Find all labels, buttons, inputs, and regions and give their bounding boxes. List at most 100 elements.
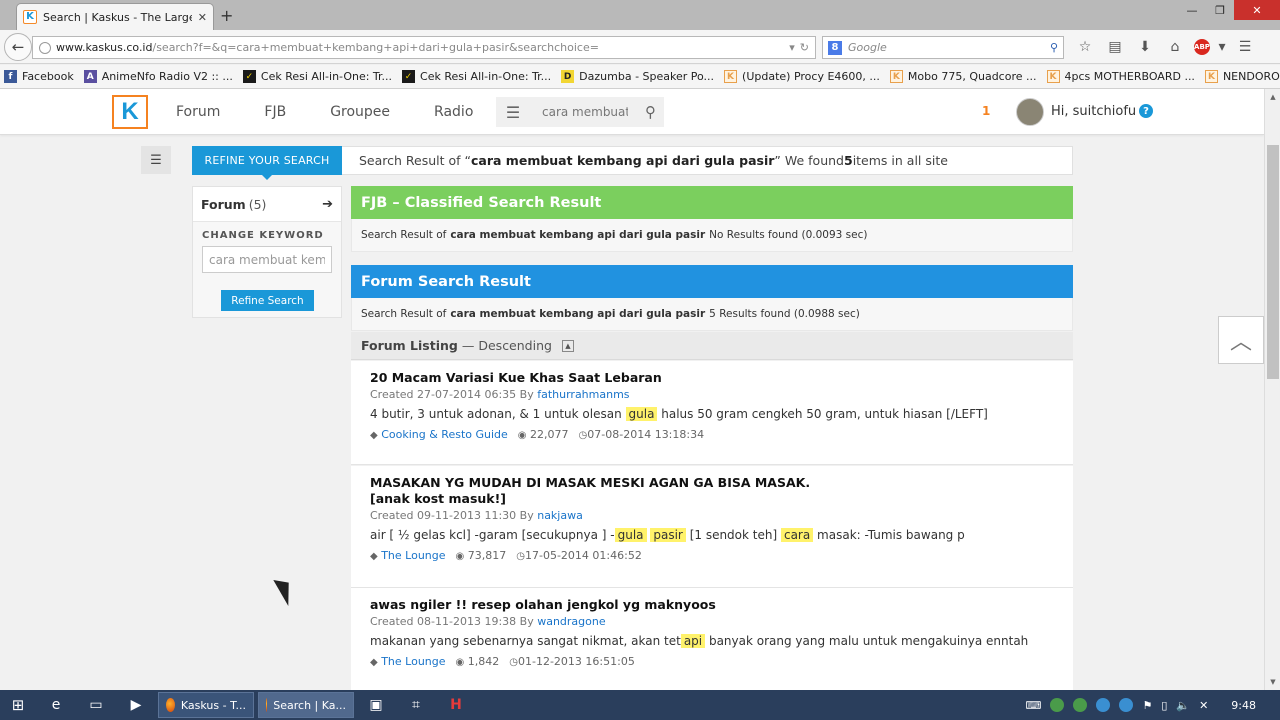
kaskus-logo[interactable]: K: [112, 95, 148, 129]
scroll-thumb[interactable]: [1267, 145, 1279, 379]
adblock-dropdown-icon[interactable]: ▾: [1218, 36, 1226, 58]
reload-icon[interactable]: ↻: [800, 41, 809, 54]
h-app-icon[interactable]: H: [436, 690, 476, 720]
media-player-icon[interactable]: ▶: [116, 690, 156, 720]
window-controls: — ❐ ✕: [1178, 0, 1280, 20]
result-title[interactable]: MASAKAN YG MUDAH DI MASAK MESKI AGAN GA …: [370, 475, 1055, 507]
page-scrollbar[interactable]: ▲ ▼: [1264, 89, 1280, 690]
browser-tab-active[interactable]: K Search | Kaskus - The Large... ✕: [16, 3, 214, 30]
nav-fjb[interactable]: FJB: [264, 104, 286, 120]
tray-app-icon[interactable]: [1119, 698, 1134, 712]
bookmark-item[interactable]: f Facebook: [4, 70, 74, 83]
sidebar-toggle-icon[interactable]: ☰: [141, 146, 171, 174]
bookmark-item[interactable]: K Mobo 775, Quadcore ...: [889, 70, 1037, 83]
bookmark-star-icon[interactable]: ☆: [1074, 36, 1096, 58]
minimize-icon[interactable]: —: [1178, 0, 1206, 20]
tray-app-icon[interactable]: [1096, 698, 1111, 712]
google-icon[interactable]: 8: [828, 40, 842, 55]
result-author[interactable]: wandragone: [537, 615, 605, 628]
download-icon[interactable]: ⬇: [1134, 36, 1156, 58]
url-text[interactable]: www.kaskus.co.id/search?f=&q=cara+membua…: [56, 41, 784, 54]
list-item: 20 Macam Variasi Kue Khas Saat Lebaran C…: [351, 361, 1073, 465]
network-app-icon[interactable]: ⌗: [396, 690, 436, 720]
tab-title: Search | Kaskus - The Large...: [43, 10, 192, 24]
keyboard-icon[interactable]: ⌨: [1026, 699, 1042, 712]
result-title[interactable]: 20 Macam Variasi Kue Khas Saat Lebaran: [370, 370, 1055, 386]
list-item: awas ngiler !! resep olahan jengkol yg m…: [351, 588, 1073, 690]
nav-groupee[interactable]: Groupee: [330, 104, 390, 120]
result-category[interactable]: The Lounge: [381, 549, 445, 562]
file-explorer-icon[interactable]: ▭: [76, 690, 116, 720]
bookmark-item[interactable]: KNENDOROID (MIKU, A...: [1204, 70, 1280, 83]
result-category[interactable]: Cooking & Resto Guide: [381, 428, 508, 441]
network-icon[interactable]: ✕: [1199, 699, 1208, 712]
taskbar-clock[interactable]: 9:48: [1231, 699, 1256, 712]
search-icon[interactable]: ⚲: [645, 103, 656, 121]
taskbar-app-firefox-search[interactable]: Search | Ka...: [258, 692, 354, 718]
scroll-down-icon[interactable]: ▼: [1265, 674, 1280, 690]
result-snippet: makanan yang sebenarnya sangat nikmat, a…: [370, 634, 1029, 648]
back-button[interactable]: ←: [4, 33, 32, 61]
battery-icon[interactable]: ▯: [1161, 699, 1167, 712]
taskbar-app-icon[interactable]: ▣: [356, 690, 396, 720]
scroll-to-top-icon[interactable]: ︿: [1218, 316, 1264, 364]
tray-app-icon[interactable]: [1073, 698, 1088, 712]
user-greeting[interactable]: Hi, suitchiofu: [1051, 104, 1136, 119]
tab-close-icon[interactable]: ✕: [198, 11, 207, 24]
eye-icon: ◉: [517, 430, 527, 441]
keyword-input[interactable]: [202, 246, 332, 273]
flag-icon[interactable]: ⚑: [1142, 699, 1152, 712]
forum-filter[interactable]: Forum (5) ➔: [193, 187, 341, 222]
notification-count[interactable]: 1: [982, 104, 990, 118]
bookmark-item[interactable]: ✓ Cek Resi All-in-One: Tr...: [402, 70, 551, 83]
eye-icon: ◉: [455, 657, 465, 668]
browser-toolbar: ☆ ▤ ⬇ ⌂ ABP ▾ ☰: [1074, 36, 1256, 58]
volume-icon[interactable]: 🔈: [1176, 699, 1190, 712]
address-bar[interactable]: www.kaskus.co.id/search?f=&q=cara+membua…: [32, 36, 816, 59]
refine-search-tab[interactable]: REFINE YOUR SEARCH: [192, 146, 342, 180]
listing-order[interactable]: Descending: [478, 338, 552, 353]
bookmark-item[interactable]: K 4pcs MOTHERBOARD ...: [1046, 70, 1195, 83]
restore-icon[interactable]: ❐: [1206, 0, 1234, 20]
arrow-right-icon[interactable]: ➔: [322, 197, 333, 212]
bookmark-item[interactable]: D Dazumba - Speaker Po...: [561, 70, 714, 83]
kaskus-icon: K: [1046, 70, 1060, 83]
result-author[interactable]: nakjawa: [537, 509, 583, 522]
eye-icon: ◉: [455, 551, 465, 562]
facebook-icon: f: [4, 70, 17, 83]
bookmark-item[interactable]: ✓ Cek Resi All-in-One: Tr...: [242, 70, 392, 83]
bookmark-item[interactable]: A AnimeNfo Radio V2 :: ...: [83, 70, 233, 83]
main-nav: Forum FJB Groupee Radio: [176, 89, 517, 135]
reading-list-icon[interactable]: ▤: [1104, 36, 1126, 58]
browser-search-field[interactable]: 8 Google ⚲: [822, 36, 1064, 59]
bookmark-item[interactable]: K (Update) Procy E4600, ...: [724, 70, 880, 83]
windows-start-icon[interactable]: ⊞: [0, 690, 36, 720]
new-tab-icon[interactable]: +: [220, 6, 233, 25]
nav-forum[interactable]: Forum: [176, 104, 220, 120]
bookmarks-bar: f Facebook A AnimeNfo Radio V2 :: ... ✓ Cek…: [0, 65, 1280, 89]
taskbar-app-firefox-kaskus[interactable]: Kaskus - T...: [158, 692, 254, 718]
home-icon[interactable]: ⌂: [1164, 36, 1186, 58]
search-placeholder[interactable]: Google: [848, 41, 1044, 54]
url-dropdown-icon[interactable]: ▾: [789, 41, 795, 54]
clock-icon: ◷: [509, 657, 518, 668]
site-search-input[interactable]: [542, 105, 628, 119]
result-author[interactable]: fathurrahmanms: [537, 388, 629, 401]
tray-app-icon[interactable]: [1050, 698, 1065, 712]
window-close-icon[interactable]: ✕: [1234, 0, 1280, 20]
scroll-up-icon[interactable]: ▲: [1265, 89, 1280, 105]
hamburger-menu-icon[interactable]: ☰: [496, 97, 530, 127]
mouse-cursor-icon: [273, 574, 299, 606]
result-title[interactable]: awas ngiler !! resep olahan jengkol yg m…: [370, 597, 1055, 613]
help-icon[interactable]: ?: [1139, 104, 1153, 118]
adblock-icon[interactable]: ABP: [1194, 39, 1210, 55]
avatar[interactable]: [1016, 98, 1044, 126]
refine-search-button[interactable]: Refine Search: [221, 290, 314, 311]
menu-icon[interactable]: ☰: [1234, 36, 1256, 58]
collapse-icon[interactable]: ▲: [561, 339, 574, 352]
forum-result-summary: Search Result of cara membuat kembang api…: [351, 298, 1073, 331]
nav-radio[interactable]: Radio: [434, 104, 473, 120]
internet-explorer-icon[interactable]: e: [36, 690, 76, 720]
search-icon[interactable]: ⚲: [1050, 41, 1058, 54]
result-category[interactable]: The Lounge: [381, 655, 445, 668]
